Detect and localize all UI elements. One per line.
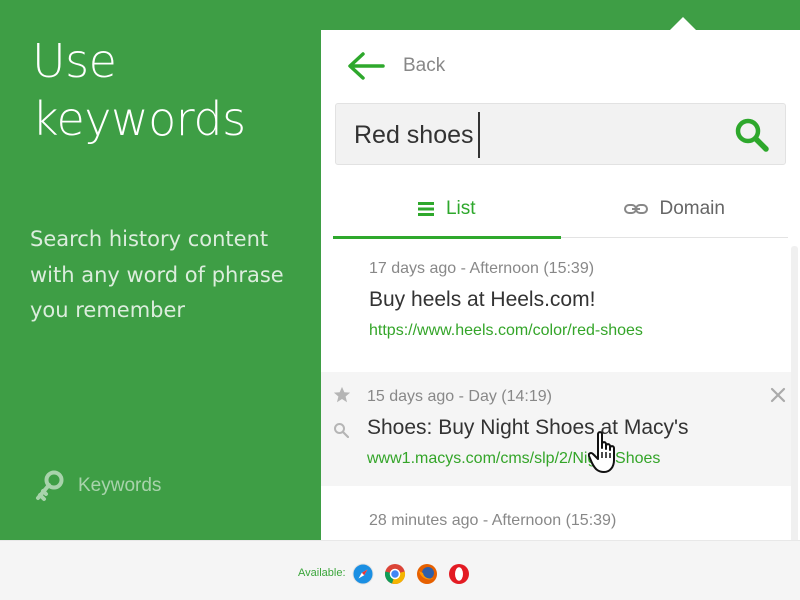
hero-title: Use keywords [32, 32, 246, 148]
item-actions [333, 386, 351, 456]
star-icon[interactable] [333, 386, 351, 404]
history-item[interactable]: 15 days ago - Day (14:19) Shoes: Buy Nig… [321, 372, 791, 486]
close-icon[interactable] [769, 386, 787, 404]
hand-cursor-icon [588, 431, 615, 473]
hero-title-line1: Use [32, 34, 117, 88]
search-input[interactable] [354, 114, 726, 156]
arrow-left-icon [348, 52, 385, 80]
search-similar-icon[interactable] [333, 422, 349, 438]
history-item-meta: 17 days ago - Afternoon (15:39) [369, 260, 595, 277]
back-label: Back [403, 55, 446, 76]
hero-description: Search history content with any word of … [30, 222, 310, 329]
footer: Available: [0, 540, 800, 600]
history-item-title[interactable]: Buy heels at Heels.com! [369, 288, 791, 312]
popover-caret [670, 17, 696, 30]
history-item-title[interactable]: Shoes: Buy Night Shoes at Macy's [367, 416, 791, 440]
search-box [335, 103, 786, 165]
browser-list [352, 563, 470, 585]
hero-title-line2: keywords [32, 92, 246, 146]
search-icon[interactable] [733, 116, 771, 154]
history-item-meta: 28 minutes ago - Afternoon (15:39) [369, 512, 617, 529]
chrome-icon[interactable] [384, 563, 406, 585]
tab-domain-label: Domain [659, 197, 725, 219]
hero-description-line2: with any word of phrase [30, 262, 284, 287]
intro-section: Use keywords Search history content with… [0, 0, 320, 540]
history-item-meta: 15 days ago - Day (14:19) [367, 388, 552, 405]
key-icon [36, 470, 64, 501]
text-cursor [478, 112, 480, 158]
feature-keywords: Keywords [34, 470, 161, 502]
hero-description-line1: Search history content [30, 227, 269, 251]
tab-list[interactable]: List [333, 180, 561, 239]
feature-label: Keywords [78, 475, 162, 496]
tab-domain[interactable]: Domain [561, 180, 789, 237]
available-label: Available: [298, 567, 346, 579]
hero-description-line3: you remember [30, 298, 186, 322]
view-tabs: List Domain [333, 180, 789, 239]
safari-icon[interactable] [352, 563, 374, 585]
firefox-icon[interactable] [416, 563, 438, 585]
back-button[interactable]: Back [347, 52, 445, 80]
history-panel: Back List Domain 17 day [321, 30, 800, 540]
history-item[interactable]: 17 days ago - Afternoon (15:39) Buy heel… [321, 260, 791, 364]
list-icon [417, 201, 434, 216]
history-item-url[interactable]: https://www.heels.com/color/red-shoes [369, 322, 791, 340]
tab-list-label: List [445, 197, 476, 219]
history-item-url[interactable]: www1.macys.com/cms/slp/2/Night-Shoes [367, 450, 791, 468]
history-item[interactable]: 28 minutes ago - Afternoon (15:39) [321, 512, 791, 540]
scrollbar[interactable] [791, 246, 798, 540]
opera-icon[interactable] [448, 563, 470, 585]
link-icon [623, 203, 648, 214]
